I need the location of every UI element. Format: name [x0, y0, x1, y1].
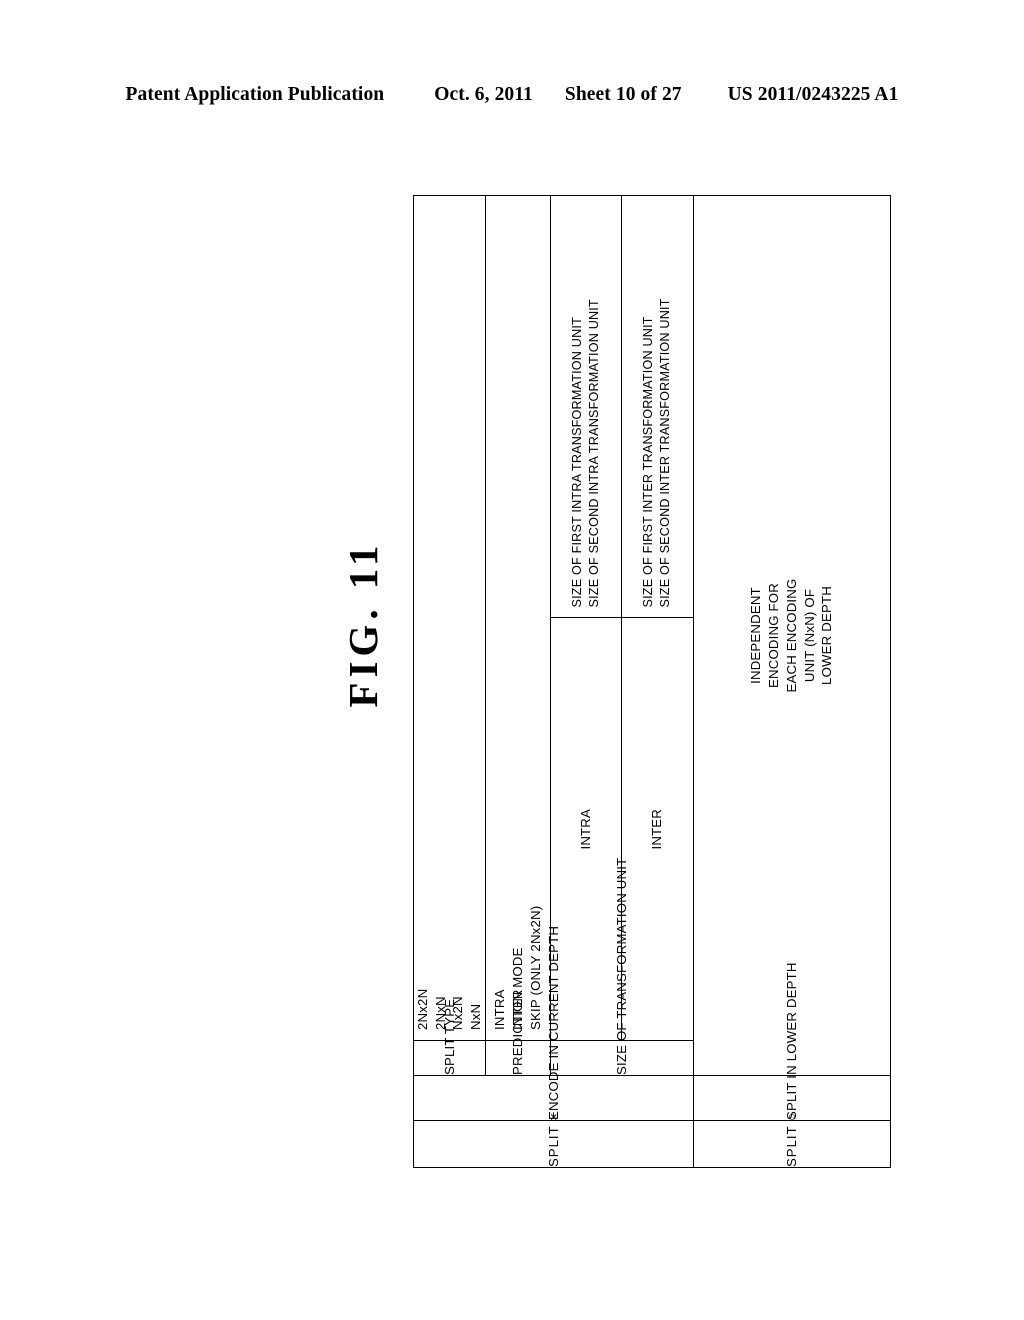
description-line: UNIT (NxN) OF: [801, 588, 817, 683]
split-o-header: SPLIT ○: [693, 1112, 891, 1168]
description-line: ENCODING FOR: [766, 583, 782, 688]
split-in-lower-depth-label: SPLIT IN LOWER DEPTH: [693, 962, 891, 1121]
prediction-mode-value: SKIP (ONLY 2Nx2N): [527, 905, 543, 1030]
split-type-values-cell: 2Nx2N 2NxN Nx2N NxN: [413, 195, 486, 1041]
split-type-column-header: SPLIT TYPE: [413, 999, 486, 1076]
description-line: EACH ENCODING: [783, 578, 799, 693]
table-row: INTER SIZE OF FIRST INTER TRANSFORMATION…: [621, 195, 694, 1168]
lower-depth-description-cell: INDEPENDENT ENCODING FOR EACH ENCODING U…: [693, 195, 891, 1076]
prediction-mode-column-header: PREDICTION MODE: [485, 947, 551, 1076]
transform-size-value: SIZE OF SECOND INTER TRANSFORMATION UNIT: [658, 298, 673, 608]
transform-size-value: SIZE OF SECOND INTRA TRANSFORMATION UNIT: [586, 299, 601, 608]
split-type-value-list: 2Nx2N 2NxN Nx2N NxN: [414, 196, 485, 1040]
transformation-unit-size-column-header: SIZE OF TRANSFORMATION UNIT: [550, 858, 694, 1076]
inter-transform-sizes-cell: SIZE OF FIRST INTER TRANSFORMATION UNIT …: [621, 195, 694, 618]
publication-title: Patent Application Publication: [125, 84, 385, 105]
intra-transform-sizes-cell: SIZE OF FIRST INTRA TRANSFORMATION UNIT …: [550, 195, 622, 618]
encoding-information-table: SPLIT × ENCODE IN CURRENT DEPTH SPLIT TY…: [413, 195, 891, 1168]
intra-transform-size-list: SIZE OF FIRST INTRA TRANSFORMATION UNIT …: [551, 196, 621, 618]
split-type-value: Nx2N: [450, 996, 466, 1030]
split-type-value: 2NxN: [432, 996, 448, 1030]
prediction-mode-value-list: INTRA INTER SKIP (ONLY 2Nx2N): [486, 196, 550, 1040]
table-row: SPLIT ○ SPLIT IN LOWER DEPTH INDEPENDENT…: [693, 195, 891, 1168]
table-row: PREDICTION MODE INTRA INTER SKIP (ONLY 2…: [485, 195, 551, 1168]
figure-11-diagram: SPLIT × ENCODE IN CURRENT DEPTH SPLIT TY…: [413, 195, 891, 1168]
publication-date: Oct. 6, 2011: [434, 84, 533, 105]
split-x-header: SPLIT ×: [413, 1112, 694, 1168]
publication-header: Patent Application Publication Oct. 6, 2…: [0, 84, 1024, 106]
description-line: LOWER DEPTH: [819, 586, 835, 685]
transform-mode-inter-label: INTER: [621, 618, 694, 1041]
inter-transform-size-list: SIZE OF FIRST INTER TRANSFORMATION UNIT …: [622, 196, 693, 618]
prediction-mode-value: INTRA: [492, 989, 508, 1030]
figure-label: FIG. 11: [340, 540, 386, 708]
split-type-value: 2Nx2N: [415, 988, 430, 1030]
prediction-mode-value: INTER: [509, 989, 525, 1030]
split-type-value: NxN: [468, 1003, 484, 1030]
transform-size-value: SIZE OF FIRST INTER TRANSFORMATION UNIT: [641, 316, 656, 608]
encode-in-current-depth-header: ENCODE IN CURRENT DEPTH: [413, 926, 694, 1121]
table-row: SPLIT × ENCODE IN CURRENT DEPTH SPLIT TY…: [413, 195, 694, 1168]
prediction-mode-values-cell: INTRA INTER SKIP (ONLY 2Nx2N): [485, 195, 551, 1041]
description-line: INDEPENDENT: [748, 587, 764, 684]
sheet-number: Sheet 10 of 27: [564, 84, 682, 105]
patent-number: US 2011/0243225 A1: [727, 84, 899, 105]
lower-depth-description: INDEPENDENT ENCODING FOR EACH ENCODING U…: [694, 196, 890, 1075]
transform-size-value: SIZE OF FIRST INTRA TRANSFORMATION UNIT: [569, 317, 584, 608]
